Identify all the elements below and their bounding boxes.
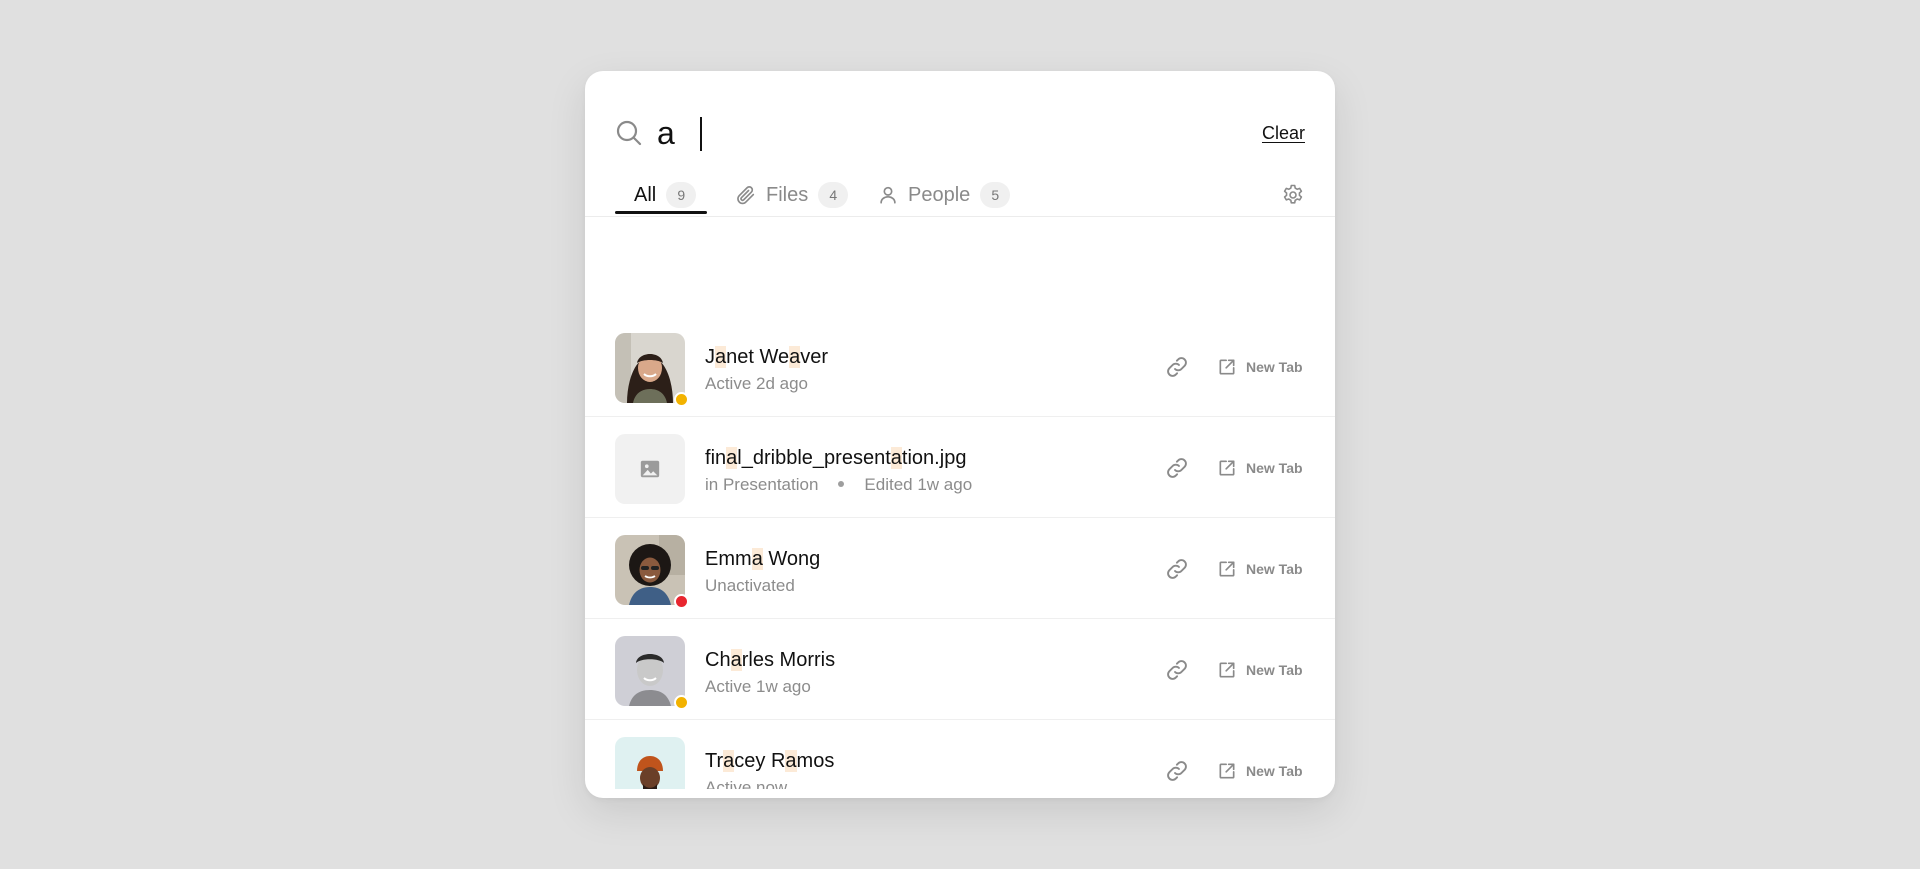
paperclip-icon: [737, 186, 755, 205]
results-list: Janet Weaver Active 2d ago New Tab final…: [585, 315, 1335, 789]
search-bar: Clear: [615, 103, 1305, 163]
list-item[interactable]: Tracey Ramos Active now New Tab: [585, 719, 1335, 789]
status-inactive-dot: [674, 594, 689, 609]
tab-people-label: People: [908, 183, 971, 206]
result-title-text: Charles Morris: [705, 649, 836, 671]
open-new-tab-button[interactable]: New Tab: [1217, 557, 1303, 581]
match-highlight: a: [726, 447, 738, 469]
result-title: Janet Weaver: [705, 346, 828, 369]
status-away-dot: [674, 392, 689, 407]
file-edited: Edited 1w ago: [864, 475, 973, 494]
new-tab-label: New Tab: [1246, 359, 1303, 375]
open-new-tab-button[interactable]: New Tab: [1217, 658, 1303, 682]
avatar: [615, 737, 685, 789]
new-tab-label: New Tab: [1246, 561, 1303, 577]
tab-all-label: All: [634, 183, 657, 206]
copy-link-icon[interactable]: [1165, 355, 1189, 379]
external-link-icon: [1219, 662, 1235, 678]
result-subtitle: in Presentation Edited 1w ago: [705, 475, 972, 495]
new-tab-label: New Tab: [1246, 763, 1303, 779]
result-title: final_dribble_presentation.jpg: [705, 447, 966, 470]
result-subtitle: Active 1w ago: [705, 677, 811, 696]
open-new-tab-button[interactable]: New Tab: [1217, 456, 1303, 480]
result-title: Charles Morris: [705, 649, 835, 672]
text-caret: [700, 117, 702, 151]
tab-files[interactable]: Files 4: [735, 173, 849, 217]
copy-link-icon[interactable]: [1165, 456, 1189, 480]
search-icon: [616, 120, 642, 146]
match-highlight: a: [730, 649, 742, 671]
avatar: [615, 333, 689, 407]
result-title: Emma Wong: [705, 548, 820, 571]
new-tab-label: New Tab: [1246, 460, 1303, 476]
search-input[interactable]: [657, 112, 1157, 154]
file-thumbnail: [615, 434, 685, 504]
avatar: [615, 636, 689, 710]
avatar: [615, 535, 689, 609]
active-tab-indicator: [615, 211, 707, 214]
external-link-icon: [1219, 460, 1235, 476]
clear-button[interactable]: Clear: [1262, 123, 1305, 144]
open-new-tab-button[interactable]: New Tab: [1217, 759, 1303, 783]
tabs-divider: [585, 216, 1335, 217]
result-title: Tracey Ramos: [705, 750, 834, 773]
result-subtitle: Unactivated: [705, 576, 795, 595]
match-highlight: a: [789, 346, 801, 368]
copy-link-icon[interactable]: [1165, 759, 1189, 783]
result-subtitle: Active now: [705, 778, 788, 789]
copy-link-icon[interactable]: [1165, 658, 1189, 682]
copy-link-icon[interactable]: [1165, 557, 1189, 581]
list-item[interactable]: Janet Weaver Active 2d ago New Tab: [585, 315, 1335, 417]
result-title-text: Emma Wong: [705, 548, 821, 570]
tab-people-count: 5: [980, 182, 1011, 208]
list-item[interactable]: final_dribble_presentation.jpg in Presen…: [585, 416, 1335, 518]
tab-files-label: Files: [766, 183, 809, 206]
match-highlight: a: [715, 346, 727, 368]
tab-all-count: 9: [666, 182, 697, 208]
match-highlight: a: [785, 750, 797, 772]
open-new-tab-button[interactable]: New Tab: [1217, 355, 1303, 379]
result-title-text: Tracey Ramos: [705, 750, 835, 772]
match-highlight: a: [723, 750, 735, 772]
search-panel: Clear All 9 Files 4 People 5: [585, 71, 1335, 798]
tab-people[interactable]: People 5: [877, 173, 1011, 217]
list-item[interactable]: Emma Wong Unactivated New Tab: [585, 517, 1335, 619]
separator-dot: [838, 481, 845, 488]
match-highlight: a: [890, 447, 902, 469]
user-icon: [880, 186, 896, 204]
result-title-text: final_dribble_presentation.jpg: [705, 447, 967, 469]
file-location: in Presentation: [705, 475, 819, 494]
tab-files-count: 4: [818, 182, 849, 208]
gear-icon[interactable]: [1281, 183, 1305, 207]
result-subtitle: Active 2d ago: [705, 374, 809, 393]
match-highlight: a: [751, 548, 763, 570]
external-link-icon: [1219, 561, 1235, 577]
list-item[interactable]: Charles Morris Active 1w ago New Tab: [585, 618, 1335, 720]
external-link-icon: [1219, 359, 1235, 375]
external-link-icon: [1219, 763, 1235, 779]
new-tab-label: New Tab: [1246, 662, 1303, 678]
result-title-text: Janet Weaver: [705, 346, 829, 368]
status-away-dot: [674, 695, 689, 710]
image-icon: [640, 460, 660, 478]
result-tabs: All 9 Files 4 People 5: [615, 173, 1305, 286]
